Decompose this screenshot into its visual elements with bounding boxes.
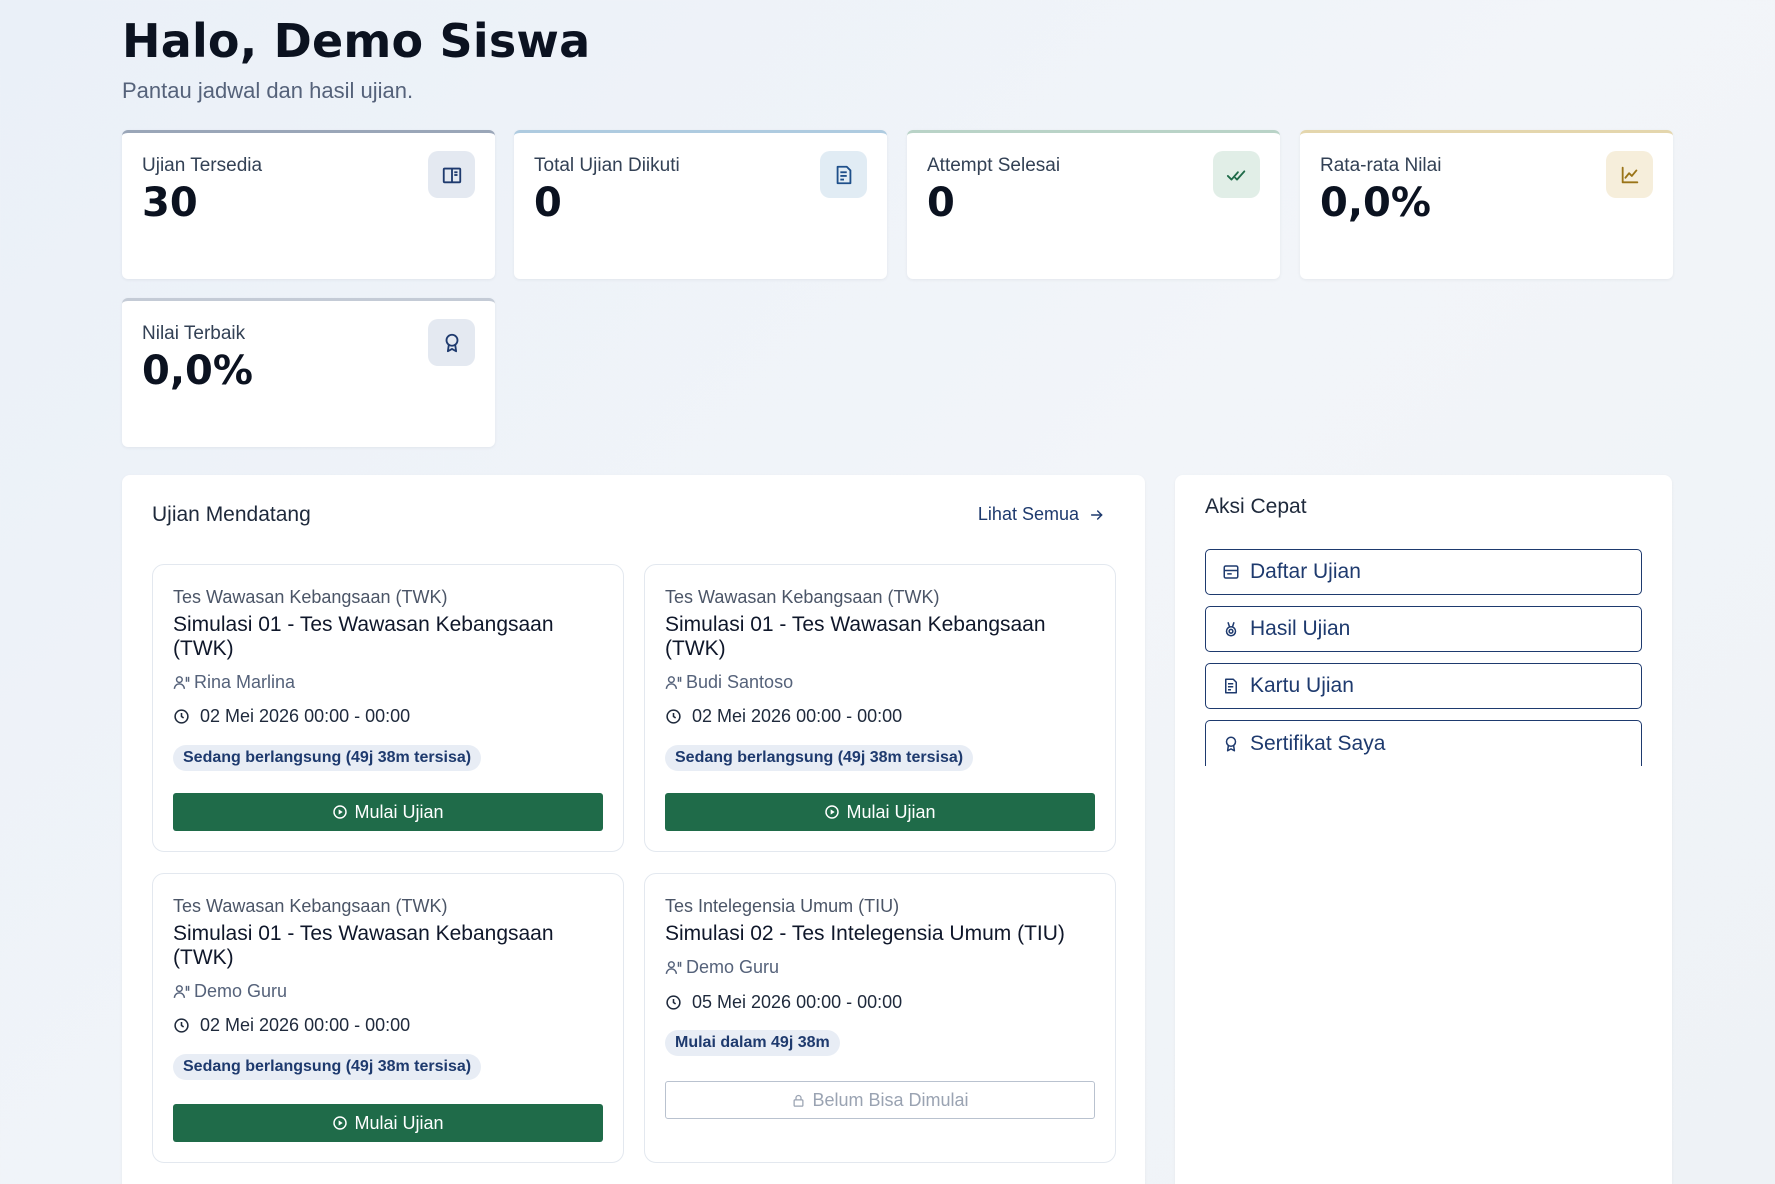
status-badge: Sedang berlangsung (49j 38m tersisa): [173, 1054, 482, 1080]
stat-value: 0: [534, 180, 562, 226]
stat-card-total-ujian-diikuti: Total Ujian Diikuti 0: [514, 130, 887, 279]
exam-date: 02 Mei 2026 00:00 - 00:00: [665, 706, 902, 727]
stat-value: 0: [927, 180, 955, 226]
stat-label: Attempt Selesai: [927, 155, 1061, 176]
exam-date-text: 05 Mei 2026 00:00 - 00:00: [692, 992, 903, 1012]
document-list-icon: [1225, 678, 1237, 694]
exam-teacher-name: Demo Guru: [194, 981, 288, 1001]
exam-date: 02 Mei 2026 00:00 - 00:00: [173, 1015, 410, 1036]
list-box-icon: [1223, 565, 1239, 579]
start-exam-label: Mulai Ujian: [354, 801, 444, 822]
exam-title: Simulasi 01 - Tes Wawasan Kebangsaan (TW…: [665, 613, 1046, 660]
exam-teacher: Rina Marlina: [173, 672, 295, 693]
upcoming-exams-title: Ujian Mendatang: [152, 503, 311, 526]
quick-action-sertifikat-saya[interactable]: Sertifikat Saya: [1205, 720, 1642, 766]
stat-label: Ujian Tersedia: [142, 155, 263, 176]
page-title: Halo, Demo Siswa: [122, 14, 591, 68]
quick-action-label: Daftar Ujian: [1250, 560, 1361, 583]
quick-action-label: Kartu Ujian: [1250, 674, 1354, 697]
user-icon: [173, 985, 190, 998]
stat-label: Nilai Terbaik: [142, 323, 246, 344]
stat-label: Rata-rata Nilai: [1320, 155, 1442, 176]
exam-date-text: 02 Mei 2026 00:00 - 00:00: [692, 706, 903, 726]
exam-teacher: Demo Guru: [665, 957, 779, 978]
exam-date: 05 Mei 2026 00:00 - 00:00: [665, 992, 902, 1013]
arrow-right-icon: [1090, 509, 1103, 520]
clock-icon: [666, 709, 681, 724]
stat-card-nilai-terbaik: Nilai Terbaik 0,0%: [122, 298, 495, 447]
locked-exam-label: Belum Bisa Dimulai: [812, 1089, 969, 1110]
exam-teacher: Demo Guru: [173, 981, 287, 1002]
exam-card: Tes Wawasan Kebangsaan (TWK) Simulasi 01…: [152, 564, 624, 852]
start-exam-button[interactable]: Mulai Ujian: [665, 793, 1095, 831]
quick-action-kartu-ujian[interactable]: Kartu Ujian: [1205, 663, 1642, 709]
exam-card: Tes Wawasan Kebangsaan (TWK) Simulasi 01…: [644, 564, 1116, 852]
exam-category: Tes Intelegensia Umum (TIU): [665, 896, 900, 916]
clock-icon: [174, 709, 189, 724]
quick-action-label: Sertifikat Saya: [1250, 731, 1386, 755]
award-icon: [428, 319, 475, 366]
see-all-link[interactable]: Lihat Semua: [978, 504, 1105, 525]
quick-action-daftar-ujian[interactable]: Daftar Ujian: [1205, 549, 1642, 595]
stat-value: 0,0%: [142, 348, 253, 394]
status-badge: Sedang berlangsung (49j 38m tersisa): [665, 745, 974, 771]
medal-icon: [1225, 622, 1237, 637]
user-icon: [665, 961, 682, 974]
exam-teacher-name: Rina Marlina: [194, 672, 296, 692]
exam-card: Tes Intelegensia Umum (TIU) Simulasi 02 …: [644, 873, 1116, 1163]
stat-value: 30: [142, 180, 198, 226]
play-circle-icon: [333, 805, 348, 819]
start-exam-button[interactable]: Mulai Ujian: [173, 1104, 603, 1142]
start-exam-label: Mulai Ujian: [354, 1112, 444, 1133]
exam-title: Simulasi 01 - Tes Wawasan Kebangsaan (TW…: [173, 922, 554, 969]
exam-category: Tes Wawasan Kebangsaan (TWK): [173, 896, 448, 916]
exam-teacher-name: Budi Santoso: [686, 672, 794, 692]
locked-exam-button[interactable]: Belum Bisa Dimulai: [665, 1081, 1095, 1119]
exam-date-text: 02 Mei 2026 00:00 - 00:00: [200, 1015, 411, 1035]
user-icon: [173, 676, 190, 689]
line-chart-icon: [1606, 151, 1653, 198]
play-circle-icon: [825, 805, 840, 819]
stat-card-attempt-selesai: Attempt Selesai 0: [907, 130, 1280, 279]
quick-actions-panel: Aksi Cepat Daftar Ujian Hasil Ujian Kart…: [1175, 475, 1672, 1184]
stat-label: Total Ujian Diikuti: [534, 155, 680, 176]
clock-icon: [174, 1018, 189, 1033]
exam-teacher-name: Demo Guru: [686, 957, 780, 977]
quick-action-hasil-ujian[interactable]: Hasil Ujian: [1205, 606, 1642, 652]
exam-title: Simulasi 01 - Tes Wawasan Kebangsaan (TW…: [173, 613, 554, 660]
exam-date: 02 Mei 2026 00:00 - 00:00: [173, 706, 410, 727]
exam-category: Tes Wawasan Kebangsaan (TWK): [665, 587, 940, 607]
status-badge: Sedang berlangsung (49j 38m tersisa): [173, 745, 482, 771]
exam-card: Tes Wawasan Kebangsaan (TWK) Simulasi 01…: [152, 873, 624, 1163]
book-open-icon: [428, 151, 475, 198]
document-list-icon: [820, 151, 867, 198]
stat-value: 0,0%: [1320, 180, 1431, 226]
upcoming-exams-panel: Ujian Mendatang Lihat Semua Tes Wawasan …: [122, 475, 1145, 1184]
exam-date-text: 02 Mei 2026 00:00 - 00:00: [200, 706, 411, 726]
exam-title: Simulasi 02 - Tes Intelegensia Umum (TIU…: [665, 922, 1065, 945]
quick-actions-title: Aksi Cepat: [1205, 495, 1307, 518]
double-check-icon: [1213, 151, 1260, 198]
stat-card-rata-rata-nilai: Rata-rata Nilai 0,0%: [1300, 130, 1673, 279]
user-icon: [665, 676, 682, 689]
play-circle-icon: [333, 1116, 348, 1130]
exam-teacher: Budi Santoso: [665, 672, 793, 693]
award-icon: [1225, 736, 1237, 751]
start-exam-button[interactable]: Mulai Ujian: [173, 793, 603, 831]
page-subtitle: Pantau jadwal dan hasil ujian.: [122, 78, 414, 103]
clock-icon: [666, 995, 681, 1010]
quick-action-label: Hasil Ujian: [1250, 617, 1351, 640]
stat-card-ujian-tersedia: Ujian Tersedia 30: [122, 130, 495, 279]
start-exam-label: Mulai Ujian: [846, 801, 936, 822]
see-all-label: Lihat Semua: [977, 504, 1079, 524]
status-badge: Mulai dalam 49j 38m: [665, 1030, 840, 1056]
exam-category: Tes Wawasan Kebangsaan (TWK): [173, 587, 448, 607]
lock-icon: [793, 1094, 804, 1107]
